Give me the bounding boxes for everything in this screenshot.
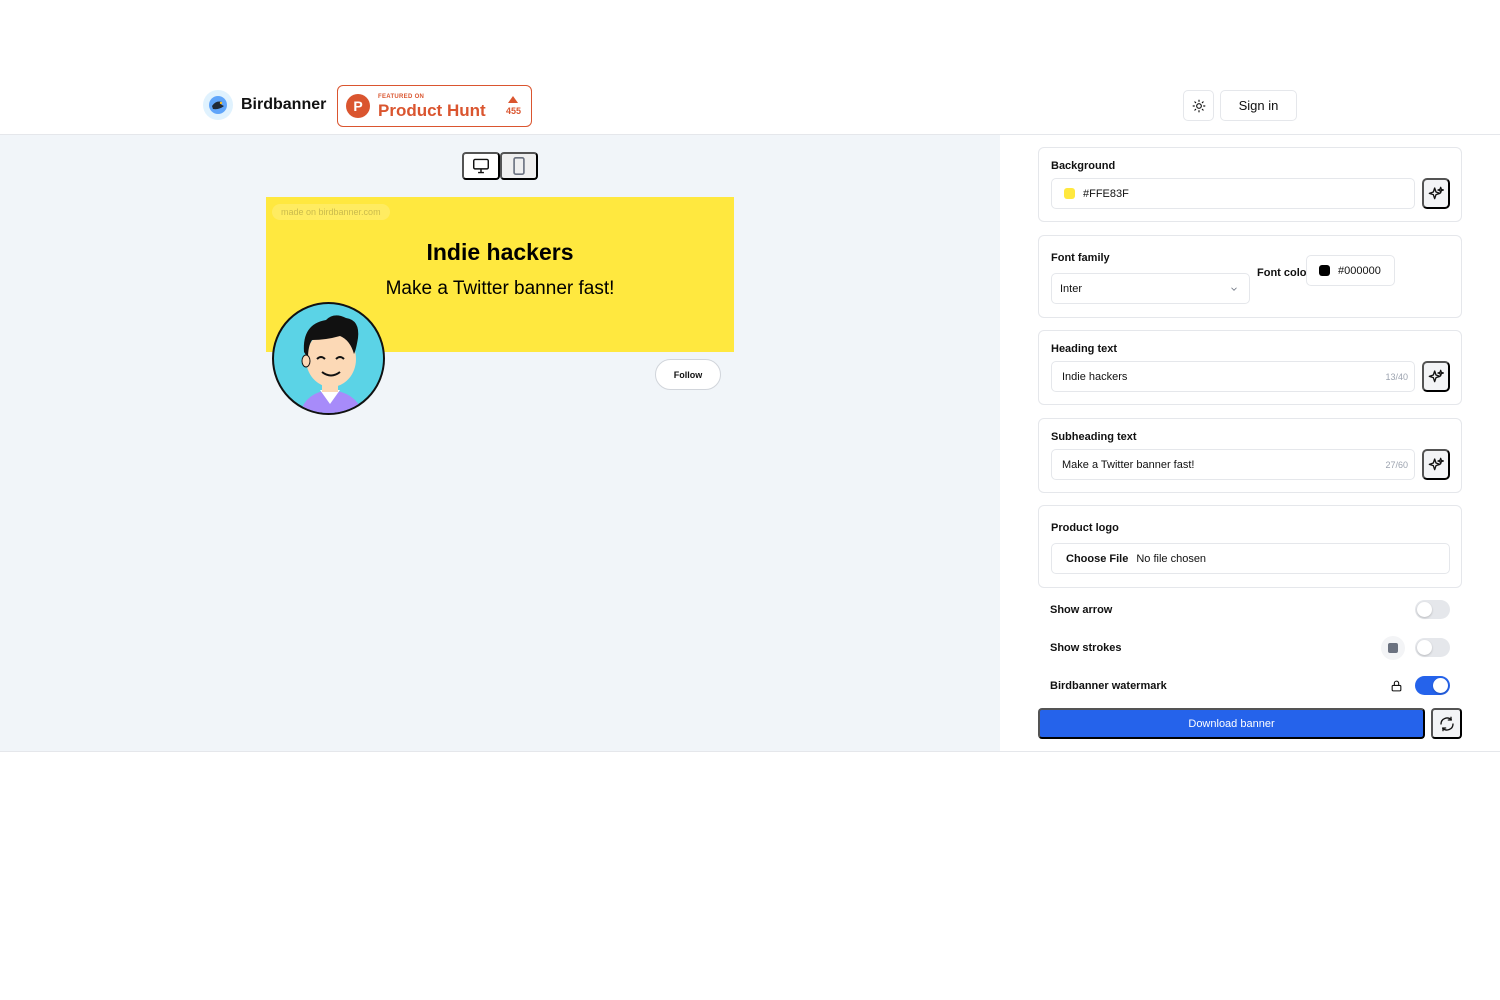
background-value: #FFE83F — [1083, 187, 1129, 200]
mobile-view-button[interactable] — [500, 152, 538, 180]
banner-subheading: Make a Twitter banner fast! — [385, 278, 615, 299]
refresh-button[interactable] — [1431, 708, 1462, 739]
product-logo-file-input[interactable]: Choose File No file chosen — [1051, 543, 1450, 574]
background-magic-button[interactable] — [1422, 178, 1450, 209]
heading-text-card: Heading text Indie hackers 13/40 — [1038, 330, 1462, 405]
subheading-text-value: Make a Twitter banner fast! — [1062, 458, 1195, 471]
font-color-input[interactable]: #000000 — [1306, 255, 1395, 286]
sparkles-icon — [1428, 369, 1444, 382]
heading-text-input[interactable]: Indie hackers 13/40 — [1051, 361, 1415, 392]
show-arrow-label: Show arrow — [1050, 604, 1113, 616]
subheading-magic-button[interactable] — [1422, 449, 1450, 480]
refresh-icon — [1439, 716, 1454, 731]
background-label: Background — [1051, 160, 1116, 172]
sparkles-icon — [1428, 457, 1444, 470]
show-arrow-toggle[interactable] — [1415, 600, 1450, 619]
background-swatch — [1064, 188, 1075, 199]
watermark-toggle-label: Birdbanner watermark — [1050, 680, 1167, 692]
heading-text-value: Indie hackers — [1062, 370, 1128, 383]
brand-name: Birdbanner — [241, 96, 327, 113]
subheading-text-card: Subheading text Make a Twitter banner fa… — [1038, 418, 1462, 493]
font-color-label: Font color — [1257, 267, 1311, 279]
ph-name: Product Hunt — [378, 100, 486, 120]
avatar — [272, 302, 385, 415]
choose-file-button[interactable]: Choose File — [1066, 553, 1128, 565]
ph-votes: 455 — [506, 96, 521, 116]
font-color-value: #000000 — [1338, 264, 1381, 277]
font-family-value: Inter — [1060, 282, 1083, 295]
heading-text-counter: 13/40 — [1385, 371, 1408, 382]
heading-text-label: Heading text — [1051, 343, 1118, 355]
desktop-view-button[interactable] — [462, 152, 500, 180]
watermark-toggle[interactable] — [1415, 676, 1450, 695]
subheading-text-label: Subheading text — [1051, 431, 1137, 443]
subheading-text-counter: 27/60 — [1385, 459, 1408, 470]
bird-logo-icon — [203, 90, 233, 120]
theme-toggle-button[interactable] — [1183, 90, 1214, 121]
phone-icon — [513, 157, 525, 175]
sign-in-button[interactable]: Sign in — [1220, 90, 1297, 121]
file-status: No file chosen — [1136, 552, 1207, 565]
font-family-select[interactable]: Inter — [1051, 273, 1250, 304]
chevron-down-icon — [1231, 286, 1237, 291]
font-family-label: Font family — [1051, 252, 1110, 264]
ph-featured-label: FEATURED ON — [378, 93, 425, 100]
brand[interactable]: Birdbanner — [203, 90, 326, 120]
product-hunt-badge[interactable]: P FEATURED ON Product Hunt 455 — [337, 85, 532, 127]
subheading-text-input[interactable]: Make a Twitter banner fast! 27/60 — [1051, 449, 1415, 480]
follow-button[interactable]: Follow — [655, 359, 721, 390]
font-color-swatch — [1319, 265, 1330, 276]
stroke-color-picker[interactable] — [1381, 636, 1405, 660]
background-color-input[interactable]: #FFE83F — [1051, 178, 1415, 209]
ph-vote-count: 455 — [505, 106, 521, 116]
product-logo-card: Product logo Choose File No file chosen — [1038, 505, 1462, 588]
background-card: Background #FFE83F — [1038, 147, 1462, 222]
stroke-color-swatch — [1388, 643, 1398, 653]
banner-watermark: made on birdbanner.com — [272, 204, 390, 220]
lock-icon — [1391, 680, 1402, 692]
monitor-icon — [473, 158, 489, 174]
font-card: Font family Inter Font color #000000 — [1038, 235, 1462, 318]
upvote-triangle-icon — [508, 96, 519, 103]
device-toggle — [462, 152, 538, 180]
banner-heading: Indie hackers — [426, 239, 574, 265]
heading-magic-button[interactable] — [1422, 361, 1450, 392]
product-hunt-icon: P — [346, 94, 370, 118]
product-logo-label: Product logo — [1051, 522, 1119, 534]
sun-icon — [1192, 99, 1205, 112]
download-banner-button[interactable]: Download banner — [1038, 708, 1425, 739]
show-strokes-label: Show strokes — [1050, 642, 1122, 654]
sparkles-icon — [1428, 186, 1444, 199]
show-strokes-toggle[interactable] — [1415, 638, 1450, 657]
